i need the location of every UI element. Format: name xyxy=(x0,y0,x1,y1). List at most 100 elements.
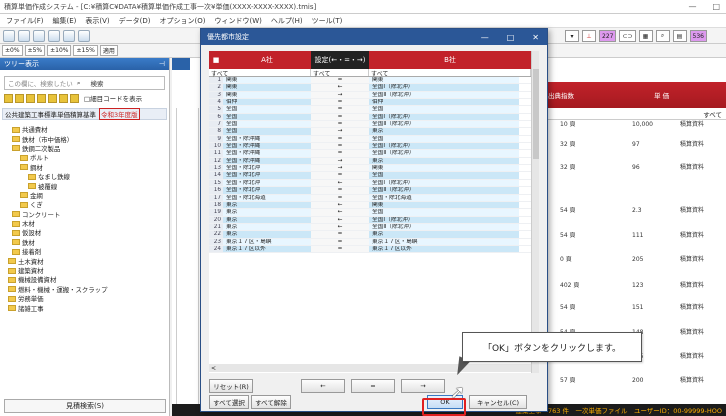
grid-cell[interactable]: 54 頁 xyxy=(560,232,576,240)
set-left-button[interactable]: ← xyxy=(301,379,345,393)
table-row[interactable]: 4 伯仲 = 伯仲 xyxy=(209,99,531,107)
tree-item[interactable]: 建築資材 xyxy=(4,266,169,275)
grid-cell[interactable]: 積算資料 xyxy=(680,377,704,385)
paste-icon[interactable] xyxy=(78,29,90,42)
tree-item[interactable]: 被覆線 xyxy=(4,181,169,191)
tree-item[interactable]: 鋼材 xyxy=(4,163,169,172)
table-row[interactable]: 19 東京 ← 全国 xyxy=(209,209,531,217)
deselect-all-button[interactable]: すべて解除 xyxy=(251,395,291,409)
code-checkbox[interactable]: □細目コードを表示 xyxy=(84,93,142,103)
grid-cell[interactable]: 10,000 xyxy=(632,121,653,129)
table-row[interactable]: 7 全国 = 全国Ⅱ（除北沖） xyxy=(209,121,531,129)
table-row[interactable]: 2 関東 ← 全国Ⅰ（除北沖） xyxy=(209,84,531,92)
filter-icon[interactable] xyxy=(15,93,24,103)
save-icon[interactable] xyxy=(33,29,45,42)
set-right-button[interactable]: → xyxy=(401,379,445,393)
chart-icon[interactable]: ⊥ xyxy=(582,30,596,42)
copy-icon[interactable] xyxy=(63,29,75,42)
tree-item[interactable]: ボルト xyxy=(4,153,169,162)
grid-cell[interactable]: 54 頁 xyxy=(560,304,576,312)
filter-icon[interactable] xyxy=(59,93,68,103)
table-row[interactable]: 6 全国 = 全国Ⅰ（除北沖） xyxy=(209,113,531,122)
tree-item[interactable]: 仮設材 xyxy=(4,228,169,237)
tree-item[interactable]: 諸雑工事 xyxy=(4,303,169,313)
table-row[interactable]: 5 全国 = 全国 xyxy=(209,106,531,114)
grid-cell[interactable]: 積算資料 xyxy=(680,121,704,129)
filter-icon[interactable] xyxy=(48,93,57,103)
grid-cell[interactable]: 積算資料 xyxy=(680,304,704,312)
tree-item[interactable]: 接着剤 xyxy=(4,247,169,256)
count-badge-2[interactable]: 536 xyxy=(689,30,707,42)
cancel-button[interactable]: キャンセル(C) xyxy=(469,395,527,409)
menu-item[interactable]: ファイル(F) xyxy=(6,16,44,26)
filter-setting[interactable]: すべて xyxy=(311,69,369,78)
grid-cell[interactable]: 積算資料 xyxy=(680,141,704,149)
menu-item[interactable]: ツール(T) xyxy=(312,16,343,26)
scroll-thumb[interactable] xyxy=(533,69,539,159)
table-row[interactable]: 16 全国・除北沖 = 全国Ⅱ（除北沖） xyxy=(209,187,531,195)
table-row[interactable]: 13 全国・除北沖 → 関東 xyxy=(209,165,531,173)
filter-icon[interactable] xyxy=(37,93,46,103)
percent-button[interactable]: 適用 xyxy=(99,45,118,56)
dialog-minimize-icon[interactable]: — xyxy=(481,33,489,42)
tree-item[interactable]: 機械設備資材 xyxy=(4,275,169,284)
col-setting-header[interactable]: 設定(←・=・→) xyxy=(311,51,369,69)
maximize-icon[interactable]: □ xyxy=(712,2,720,11)
menu-item[interactable]: データ(D) xyxy=(119,16,151,26)
menu-item[interactable]: 編集(E) xyxy=(53,16,77,26)
table-row[interactable]: 1 関東 = 関東 xyxy=(209,77,531,85)
table-row[interactable]: 14 全国・除北沖 = 全国 xyxy=(209,172,531,180)
percent-button[interactable]: ±0% xyxy=(2,45,23,56)
print-icon[interactable] xyxy=(48,29,60,42)
count-badge[interactable]: 227 xyxy=(599,30,617,42)
menu-item[interactable]: ヘルプ(H) xyxy=(271,16,303,26)
table-row[interactable]: 8 全国 → 東京 xyxy=(209,128,531,136)
filter-icon[interactable] xyxy=(26,93,35,103)
tree-item[interactable]: 鉄材 xyxy=(4,238,169,247)
table-row[interactable]: 20 東京 ← 全国Ⅰ（除北沖） xyxy=(209,216,531,224)
table-row[interactable]: 15 全国・除北沖 ← 全国Ⅰ（除北沖） xyxy=(209,179,531,188)
grid-filter[interactable]: すべて xyxy=(540,108,726,120)
grid-cell[interactable]: 97 xyxy=(632,141,640,149)
table-row[interactable]: 24 東京１７区以外 = 東京１７区以外 xyxy=(209,245,531,254)
select-all-button[interactable]: すべて選択 xyxy=(209,395,249,409)
grid-tab[interactable] xyxy=(172,58,190,70)
grid-cell[interactable]: 402 頁 xyxy=(560,282,579,290)
filter-a[interactable]: すべて xyxy=(209,69,311,78)
tree-item[interactable]: 鉄鋼二次製品 xyxy=(4,144,169,153)
search-icon[interactable]: ⌕ xyxy=(77,79,81,88)
grid-cell[interactable]: 32 頁 xyxy=(560,164,576,172)
tree-item[interactable]: 燃料・機械・運搬・スクラップ xyxy=(4,285,169,294)
search-input[interactable]: この欄に、検索したい ⌕ 検索 xyxy=(4,76,165,90)
filter-icon[interactable] xyxy=(70,93,79,103)
grid-cell[interactable]: 積算資料 xyxy=(680,329,704,337)
percent-button[interactable]: ±5% xyxy=(24,45,46,56)
table-row[interactable]: 10 全国・除沖縄 = 全国Ⅰ（除北沖） xyxy=(209,143,531,151)
grid-cell[interactable]: 積算資料 xyxy=(680,353,704,361)
table-row[interactable]: 21 東京 ← 全国Ⅱ（除北沖） xyxy=(209,223,531,232)
grid-cell[interactable]: 積算資料 xyxy=(680,282,704,290)
col-a-header[interactable]: A社 xyxy=(223,51,311,69)
grid-cell[interactable]: 111 xyxy=(632,232,643,240)
open-icon[interactable] xyxy=(18,29,30,42)
grid-cell[interactable]: 200 xyxy=(632,377,643,385)
table-row[interactable]: 12 全国・除沖縄 → 東京 xyxy=(209,157,531,166)
menu-item[interactable]: ウィンドウ(W) xyxy=(215,16,262,26)
grid-icon[interactable]: ▦ xyxy=(638,30,653,42)
tree-item[interactable]: コンクリート xyxy=(4,210,169,219)
filter-b[interactable]: すべて xyxy=(369,69,531,78)
grid-cell[interactable]: 10 頁 xyxy=(560,121,576,129)
grid-cell[interactable]: 2.3 xyxy=(632,207,642,215)
search-tool-icon[interactable]: ⌕ xyxy=(655,30,670,42)
menu-item[interactable]: オプション(O) xyxy=(160,16,206,26)
grid-cell[interactable]: 151 xyxy=(632,304,643,312)
table-row[interactable]: 9 全国・除沖縄 = 全国 xyxy=(209,135,531,144)
new-icon[interactable] xyxy=(3,29,15,42)
grid-cell[interactable]: 0 頁 xyxy=(560,256,572,264)
reset-button[interactable]: リセット(R) xyxy=(209,379,253,393)
tree-item[interactable]: 木材 xyxy=(4,219,169,228)
search-button[interactable]: 検索 xyxy=(90,78,103,88)
table-row[interactable]: 23 東京１７区・島嶼 = 東京１７区・島嶼 xyxy=(209,238,531,246)
table-row[interactable]: 3 関東 → 全国Ⅱ（除北沖） xyxy=(209,91,531,100)
tree-item[interactable]: 土木資材 xyxy=(4,256,169,266)
